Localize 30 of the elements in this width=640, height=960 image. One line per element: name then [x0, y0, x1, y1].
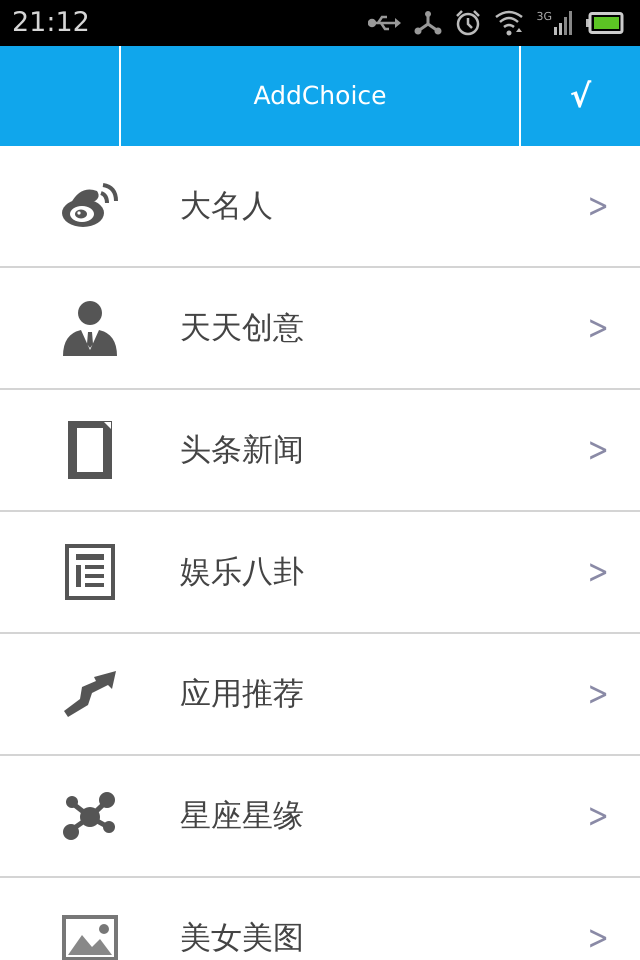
item-label[interactable]: 娱乐八卦 — [180, 548, 580, 596]
arrow-icon — [64, 671, 116, 717]
item-label[interactable]: 应用推荐 — [180, 670, 580, 718]
chevron: > — [588, 428, 610, 472]
chevron: > — [588, 550, 610, 594]
status-time: 21:12 — [12, 6, 90, 40]
item-label[interactable]: 星座星缘 — [180, 792, 580, 840]
chevron: > — [588, 306, 610, 350]
wifi-icon — [494, 9, 524, 37]
usb-icon — [368, 13, 402, 33]
document-icon — [68, 421, 112, 479]
item-label[interactable]: 美女美图 — [180, 914, 580, 960]
chevron: > — [588, 672, 610, 716]
alarm-icon — [454, 9, 482, 37]
chevron: > — [588, 794, 610, 838]
chevron: > — [588, 916, 610, 960]
chevron: > — [588, 184, 610, 228]
item-label[interactable]: 天天创意 — [180, 304, 580, 352]
person-icon — [63, 300, 117, 356]
item-label[interactable]: 头条新闻 — [180, 426, 580, 474]
battery-icon — [586, 12, 624, 34]
article-icon — [65, 544, 115, 600]
share-icon — [414, 10, 442, 36]
signal-icon — [554, 11, 574, 35]
network-icon — [62, 791, 118, 841]
image-icon — [62, 915, 118, 960]
item-label[interactable]: 大名人 — [180, 182, 580, 230]
network-type: 3G — [536, 11, 552, 22]
header-title: AddChoice — [253, 80, 387, 112]
eye-icon — [61, 183, 119, 229]
